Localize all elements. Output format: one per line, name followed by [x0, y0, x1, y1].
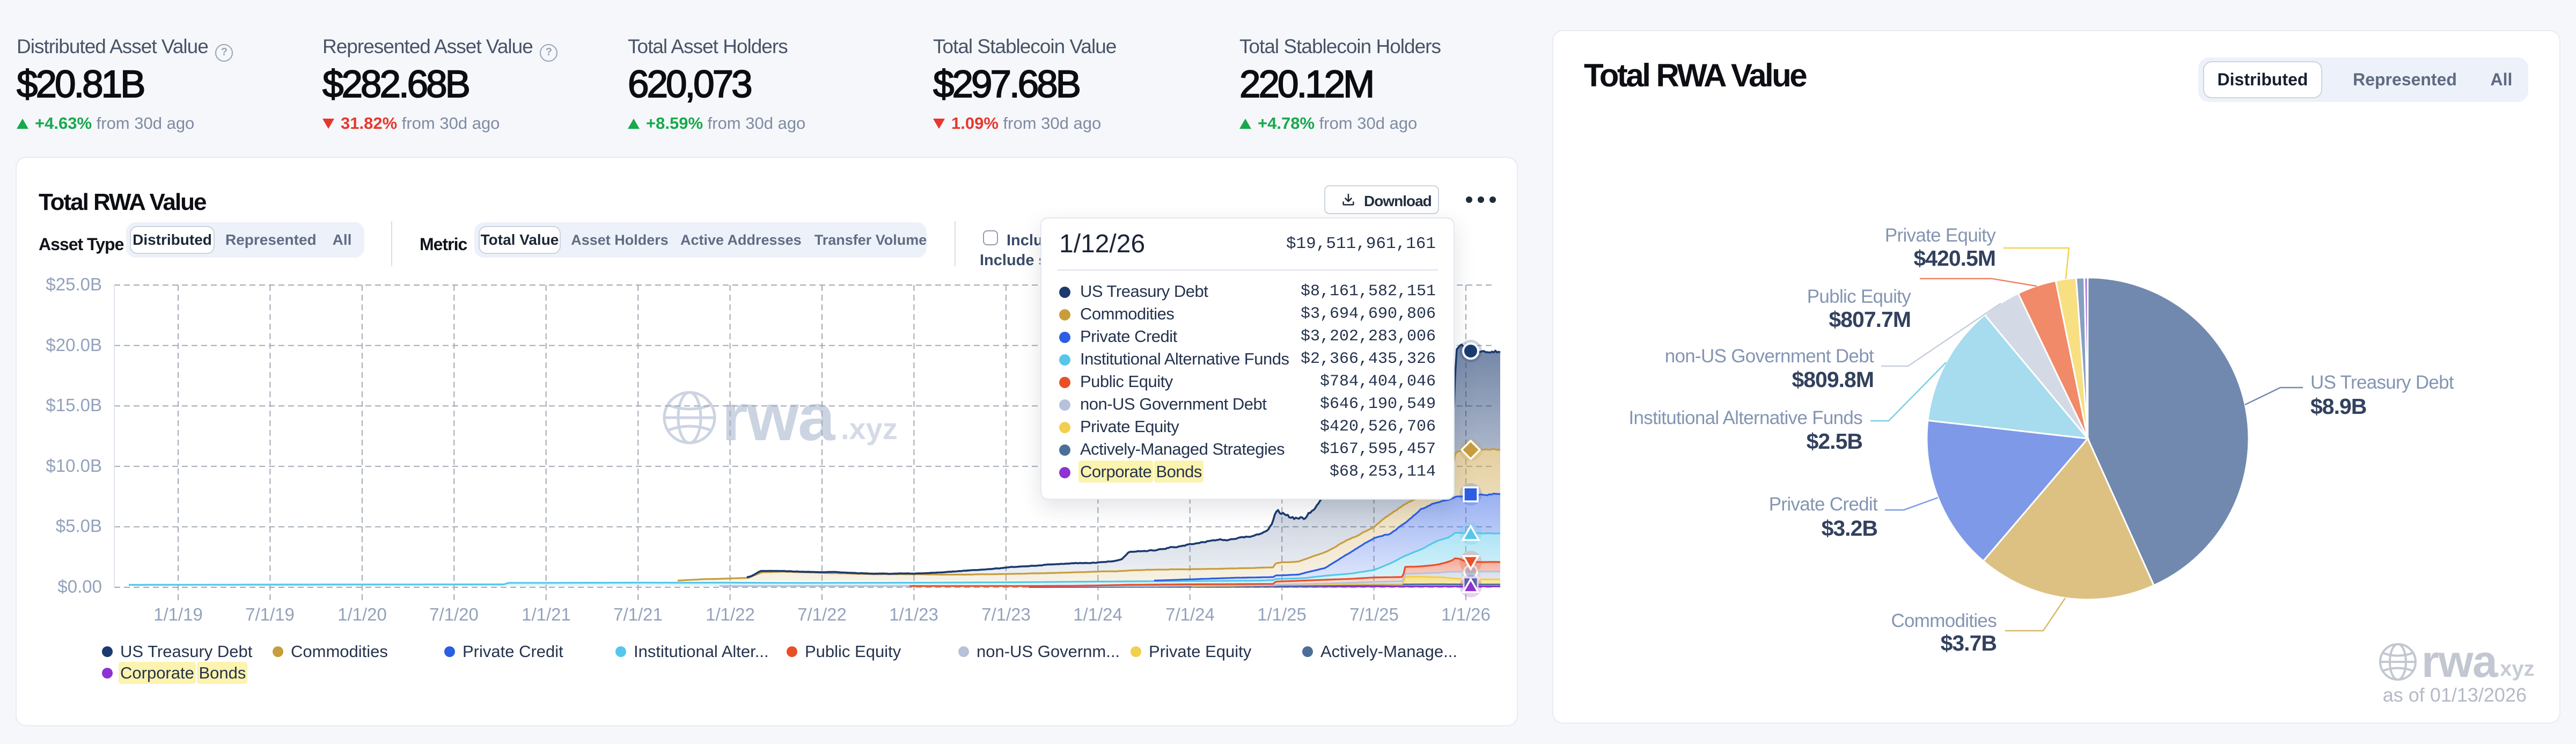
svg-text:.xyz: .xyz: [2494, 657, 2535, 681]
svg-text:$2.5B: $2.5B: [1807, 429, 1862, 454]
svg-text:$3.7B: $3.7B: [1941, 631, 1997, 655]
svg-text:$809.8M: $809.8M: [1792, 367, 1874, 392]
svg-text:rwa: rwa: [2421, 636, 2498, 687]
svg-text:$420.5M: $420.5M: [1913, 246, 1995, 271]
svg-text:$8.9B: $8.9B: [2310, 394, 2366, 419]
svg-text:US Treasury Debt: US Treasury Debt: [2310, 372, 2454, 393]
svg-text:Private Equity: Private Equity: [1885, 225, 1996, 246]
svg-text:non-US Government Debt: non-US Government Debt: [1665, 346, 1874, 367]
svg-text:Institutional Alternative Fund: Institutional Alternative Funds: [1628, 407, 1862, 428]
svg-text:$807.7M: $807.7M: [1829, 307, 1911, 332]
svg-text:$3.2B: $3.2B: [1822, 516, 1877, 541]
svg-text:Commodities: Commodities: [1891, 610, 1997, 631]
svg-text:Public Equity: Public Equity: [1807, 286, 1911, 307]
svg-text:Private Credit: Private Credit: [1769, 494, 1878, 515]
